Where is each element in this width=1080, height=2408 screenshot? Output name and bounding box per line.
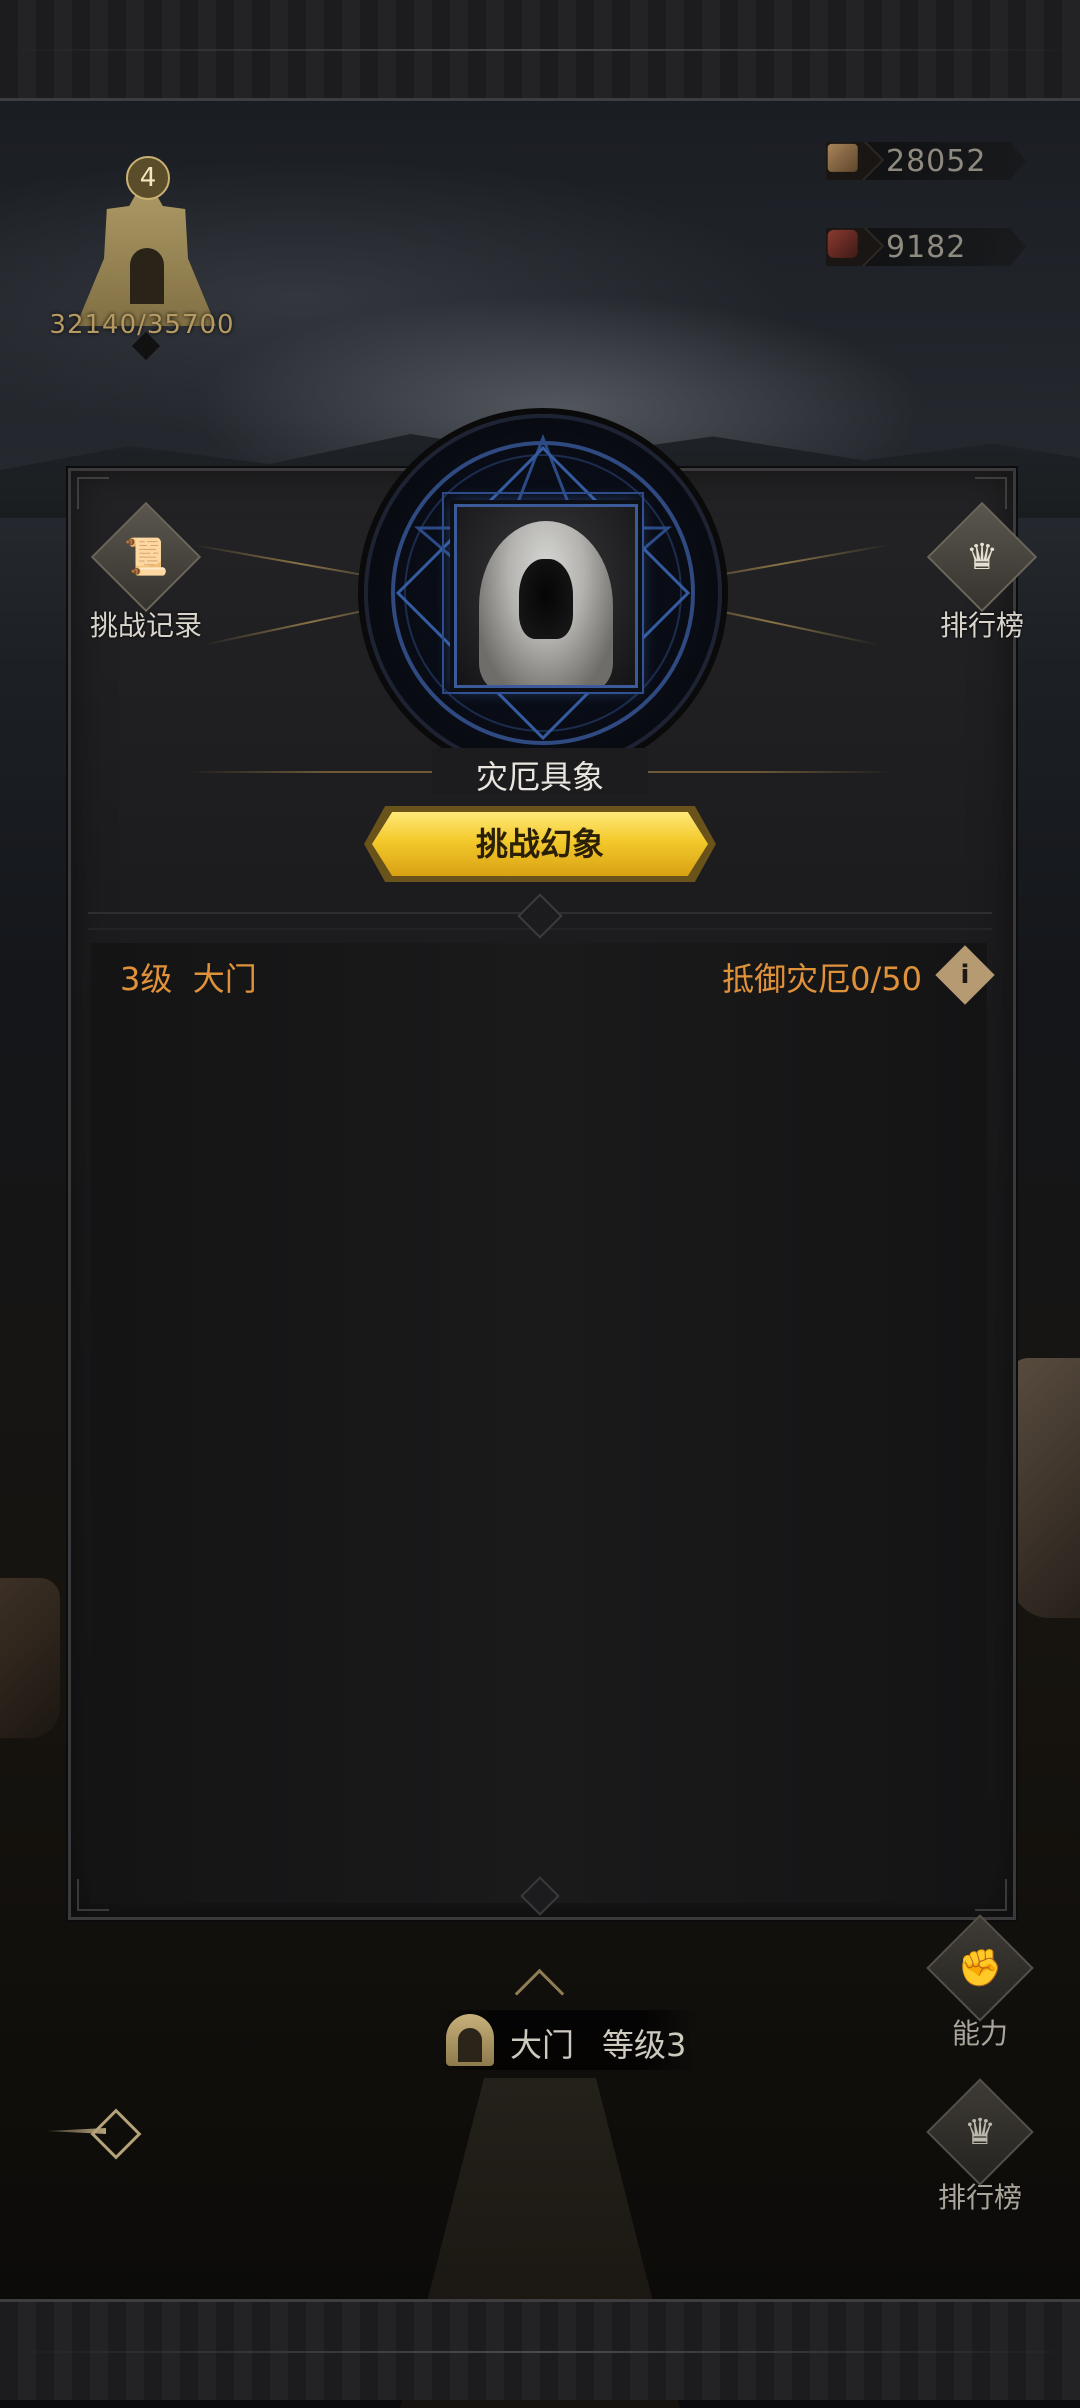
building-level-text: 3级 大门	[120, 960, 257, 998]
city-level-badge[interactable]: 4 32140/35700	[49, 138, 240, 361]
fist-icon: ✊	[926, 1914, 1034, 2022]
resist-calamity-count: 抵御灾厄0/50	[722, 960, 922, 998]
crown-icon: ♛	[926, 2078, 1034, 2186]
building-name: 大门	[510, 2026, 575, 2064]
challenge-illusion-button[interactable]: 挑战幻象	[372, 812, 708, 876]
building-level: 等级3	[602, 2026, 687, 2064]
resource-leather-value: 9182	[886, 230, 967, 265]
hud-leaderboard-button[interactable]: ♛ 排行榜	[920, 2078, 1040, 2216]
boss-name-title: 灾厄具象	[475, 758, 604, 796]
top-frame-band	[0, 0, 1080, 101]
scene-prop-right	[1010, 1358, 1080, 1618]
resource-wood[interactable]: 28052	[826, 142, 1026, 180]
resource-leather[interactable]: 9182	[826, 228, 1026, 266]
challenge-record-button[interactable]: 📜 挑战记录	[76, 501, 216, 644]
challenge-content-area	[91, 943, 987, 1903]
scene-prop-left	[0, 1578, 60, 1738]
gate-icon	[446, 2014, 494, 2066]
info-icon[interactable]: i	[935, 945, 995, 1005]
scroll-icon: 📜	[90, 501, 202, 613]
boss-emblem[interactable]	[364, 414, 722, 772]
resource-wood-value: 28052	[886, 144, 987, 179]
leaderboard-button[interactable]: ♛ 排行榜	[912, 501, 1052, 644]
city-level-number: 4	[126, 156, 170, 200]
ability-button[interactable]: ✊ 能力	[920, 1914, 1040, 2052]
hooded-figure-portrait	[454, 504, 638, 688]
back-button[interactable]	[42, 2108, 152, 2160]
crown-icon: ♛	[926, 501, 1038, 613]
bottom-frame-band	[0, 2299, 1080, 2400]
